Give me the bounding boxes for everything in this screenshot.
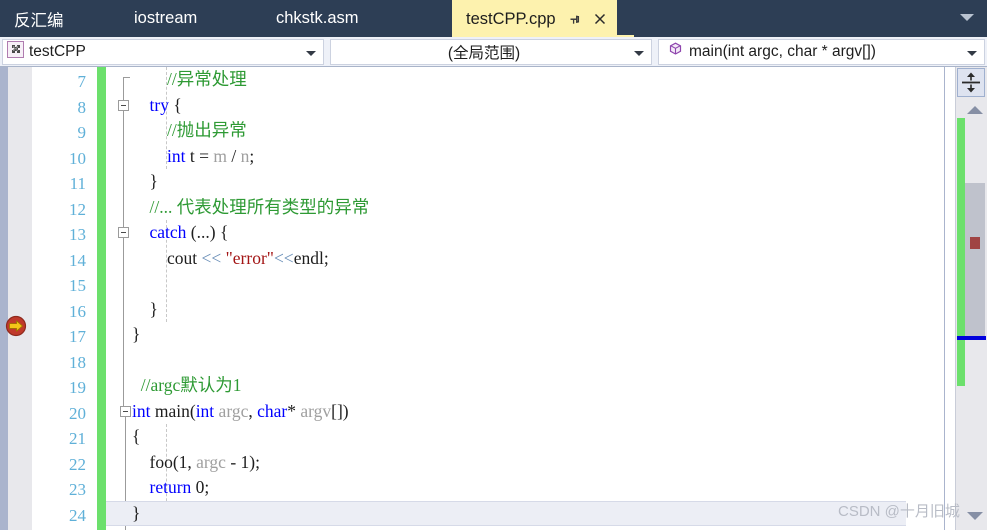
- document-tab[interactable]: iostream: [120, 0, 211, 37]
- scrollbar-thumb[interactable]: [965, 183, 985, 337]
- line-number: 22: [69, 454, 86, 474]
- current-line-highlight: [106, 500, 906, 526]
- line-number: 8: [77, 97, 87, 117]
- document-tab-label: 反汇编: [14, 11, 64, 30]
- line-number: 23: [69, 480, 86, 499]
- line-number: 17: [69, 327, 86, 346]
- code-line[interactable]: //argc默认为1: [132, 373, 242, 399]
- line-number: 18: [69, 352, 86, 372]
- code-line[interactable]: }: [132, 297, 158, 323]
- code-line[interactable]: }: [132, 169, 158, 195]
- code-line[interactable]: //异常处理: [132, 67, 247, 93]
- line-number: 21: [69, 429, 86, 448]
- line-number: 16: [69, 301, 86, 321]
- line-number: 9: [77, 123, 87, 142]
- line-number: 20: [69, 403, 86, 423]
- code-line[interactable]: int t = m / n;: [132, 144, 254, 170]
- scope-dropdown[interactable]: (全局范围): [330, 39, 652, 65]
- chevron-down-icon[interactable]: [960, 14, 974, 21]
- line-number: 13: [69, 225, 86, 244]
- document-tab-label: chkstk.asm: [276, 9, 359, 27]
- document-tab[interactable]: testCPP.cpp: [452, 0, 617, 37]
- document-tab-label: iostream: [134, 9, 198, 27]
- line-number: 15: [69, 276, 86, 295]
- error-marker[interactable]: [970, 237, 980, 249]
- document-tab-label: testCPP.cpp: [466, 9, 556, 28]
- line-number: 7: [77, 72, 87, 91]
- member-dropdown-label: main(int argc, char * argv[]): [689, 43, 876, 60]
- navigation-bar: testCPP (全局范围) main(int argc, char * arg…: [0, 37, 987, 67]
- pin-icon[interactable]: [567, 12, 582, 27]
- line-number: 10: [69, 148, 86, 168]
- code-text-area[interactable]: //异常处理 try { //抛出异常 int t = m / n; } //.…: [106, 67, 944, 530]
- code-line[interactable]: //... 代表处理所有类型的异常: [132, 195, 370, 221]
- scrollbar-change-marker: [957, 118, 965, 386]
- code-line[interactable]: cout << "error"<<endl;: [132, 246, 329, 272]
- chevron-down-icon[interactable]: [306, 51, 316, 56]
- code-line[interactable]: {: [132, 424, 140, 450]
- outline-vertical-line: [123, 77, 124, 415]
- document-tab[interactable]: chkstk.asm: [262, 0, 373, 37]
- code-editor[interactable]: 7 8 9 10 11 12 13 14 15 16 17 18 19 20 21 22 23 24 //异常处理…: [0, 67, 987, 530]
- document-tab[interactable]: 反汇编: [0, 0, 78, 37]
- project-dropdown[interactable]: testCPP: [2, 39, 324, 65]
- code-line[interactable]: return 0;: [132, 475, 210, 501]
- scrollbar-left-border: [944, 67, 945, 530]
- line-number: 11: [69, 174, 86, 193]
- project-icon: [7, 41, 24, 63]
- collapse-outline-toggle[interactable]: [118, 227, 129, 238]
- breakpoint-current-statement-icon[interactable]: [5, 315, 27, 337]
- project-dropdown-label: testCPP: [29, 43, 86, 60]
- scope-dropdown-label: (全局范围): [447, 45, 521, 62]
- caret-position-marker: [957, 336, 986, 340]
- line-number: 12: [69, 199, 86, 219]
- visual-studio-editor-window: 反汇编 iostream chkstk.asm testCPP.cpp testCPP…: [0, 0, 987, 530]
- collapse-outline-toggle[interactable]: [120, 405, 131, 417]
- code-line[interactable]: catch (...) {: [132, 220, 229, 246]
- document-tab-bar: 反汇编 iostream chkstk.asm testCPP.cpp: [0, 0, 987, 37]
- code-line[interactable]: //抛出异常: [132, 118, 247, 144]
- chevron-down-icon[interactable]: [967, 51, 977, 56]
- line-number: 24: [69, 505, 86, 525]
- watermark-text: CSDN @十月旧城: [838, 503, 960, 520]
- line-number: 14: [69, 250, 86, 270]
- scroll-up-arrow-icon[interactable]: [967, 106, 983, 114]
- scroll-down-arrow-icon[interactable]: [967, 512, 983, 520]
- line-number-column: 7 8 9 10 11 12 13 14 15 16 17 18 19 20 21 22 23 24: [32, 67, 94, 530]
- code-line[interactable]: foo(1, argc - 1);: [132, 450, 260, 476]
- code-line[interactable]: }: [132, 501, 140, 527]
- code-line[interactable]: int main(int argc, char* argv[]): [132, 399, 349, 425]
- code-line[interactable]: }: [132, 322, 140, 348]
- unsaved-change-bar: [97, 67, 106, 530]
- split-view-icon[interactable]: [957, 68, 985, 97]
- method-icon: [667, 41, 684, 63]
- code-line[interactable]: try {: [132, 93, 182, 119]
- member-dropdown[interactable]: main(int argc, char * argv[]): [658, 39, 985, 65]
- line-number: 19: [69, 378, 86, 397]
- chevron-down-icon[interactable]: [634, 51, 644, 56]
- close-icon[interactable]: [592, 11, 608, 27]
- outline-top-tick: [123, 77, 130, 78]
- collapse-outline-toggle[interactable]: [118, 99, 129, 111]
